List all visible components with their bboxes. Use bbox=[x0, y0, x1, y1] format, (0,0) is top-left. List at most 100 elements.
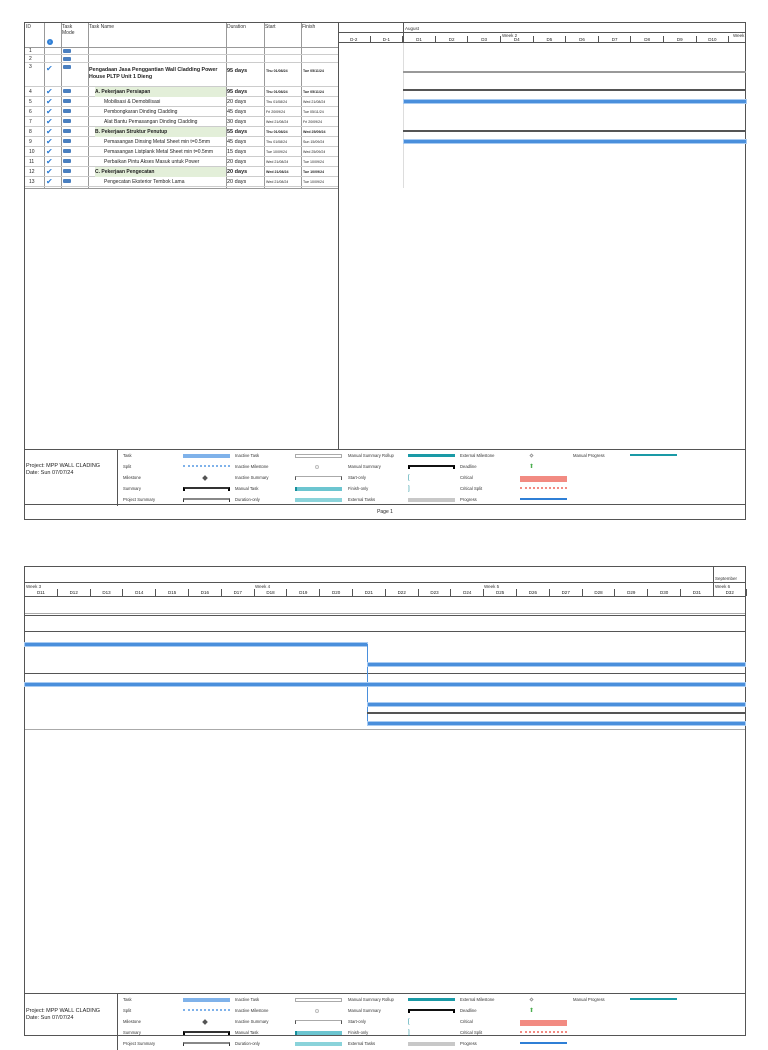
legend-label: Manual Progress bbox=[573, 997, 605, 1002]
task-name[interactable]: Pengadaan Jasa Penggantian Wall Cladding… bbox=[89, 63, 226, 81]
task-start[interactable]: Thu 01/08/24 bbox=[266, 137, 287, 147]
task-row[interactable]: 6 ✔ Pembongkaran Dinding Cladding 45 days Fr… bbox=[25, 107, 338, 117]
legend-inactive-milestone-icon bbox=[315, 465, 319, 469]
task-row[interactable]: 9 ✔ Pemasangan Dinsing Metal Sheet min t=0… bbox=[25, 137, 338, 147]
task-start[interactable]: Thu 01/08/24 bbox=[266, 67, 288, 75]
d1-marker bbox=[403, 43, 404, 188]
month-label: September bbox=[715, 576, 738, 581]
task-row[interactable]: 13 ✔ Pengecatan Eksterior Tembok Lama 20 da… bbox=[25, 177, 338, 187]
day-label: D19 bbox=[287, 589, 321, 596]
legend-label: Manual Summary Rollup bbox=[348, 453, 394, 458]
task-finish[interactable]: Tue 05/11/24 bbox=[303, 67, 324, 75]
task-finish[interactable]: Tue 05/11/24 bbox=[303, 87, 324, 97]
task-row[interactable]: 11 ✔ Perbaikan Pintu Akses Masuk untuk Pow… bbox=[25, 157, 338, 167]
task-duration[interactable]: 45 days bbox=[227, 107, 246, 117]
task-bar-11 bbox=[368, 703, 745, 706]
day-label: D2 bbox=[436, 36, 469, 43]
auto-schedule-icon bbox=[63, 169, 71, 173]
timeline-header-2: September Week 3 Week 4 Week 5 Week 6 D1… bbox=[25, 567, 747, 597]
task-name[interactable]: C. Pekerjaan Pengecatan bbox=[95, 167, 226, 177]
auto-schedule-icon bbox=[63, 109, 71, 113]
day-label: D1 bbox=[403, 36, 436, 43]
task-duration[interactable]: 20 days bbox=[227, 177, 246, 187]
task-start[interactable]: Thu 01/08/24 bbox=[266, 87, 288, 97]
task-finish[interactable]: Tue 05/11/24 bbox=[303, 107, 324, 117]
legend-task-icon bbox=[183, 998, 230, 1002]
task-row[interactable]: 8 ✔ B. Pekerjaan Struktur Penutup 55 days Th… bbox=[25, 127, 338, 137]
timeline-header: August Week 2 Week D-2 D-1 D1 D2 D3 D4 D5 D6 D7 D… bbox=[338, 23, 746, 43]
legend-label: Task bbox=[123, 453, 132, 458]
auto-schedule-icon bbox=[63, 99, 71, 103]
task-name[interactable]: Alat Bantu Pemasangan Dinding Cladding bbox=[104, 117, 226, 127]
task-name[interactable]: Mobilisasi & Demobilisasi bbox=[104, 97, 226, 107]
day-label: D3 bbox=[468, 36, 501, 43]
task-duration[interactable]: 20 days bbox=[227, 157, 246, 167]
task-bar-9 bbox=[404, 140, 746, 143]
task-finish[interactable]: Sun 15/09/24 bbox=[303, 137, 324, 147]
legend-label: Inactive Task bbox=[235, 453, 260, 458]
task-start[interactable]: Thu 01/08/24 bbox=[266, 97, 287, 107]
complete-check-icon: ✔ bbox=[46, 98, 53, 106]
task-duration[interactable]: 45 days bbox=[227, 137, 246, 147]
column-header-task-name: Task Name bbox=[89, 24, 115, 30]
auto-schedule-icon bbox=[63, 65, 71, 69]
task-start[interactable]: Wed 21/08/24 bbox=[266, 167, 289, 177]
task-finish[interactable]: Tue 10/09/24 bbox=[303, 157, 324, 167]
task-finish[interactable]: Fri 20/09/24 bbox=[303, 117, 322, 127]
task-finish[interactable]: Wed 21/08/24 bbox=[303, 97, 325, 107]
task-row[interactable]: 3 ✔ Pengadaan Jasa Penggantian Wall Claddi… bbox=[25, 63, 338, 87]
complete-check-icon: ✔ bbox=[46, 168, 53, 176]
task-duration[interactable]: 20 days bbox=[227, 97, 246, 107]
task-id: 5 bbox=[29, 99, 32, 105]
task-name[interactable]: Pemasangan Dinsing Metal Sheet min t=0.5… bbox=[104, 137, 226, 147]
task-start[interactable]: Tue 10/09/24 bbox=[266, 147, 287, 157]
task-finish[interactable]: Wed 25/09/24 bbox=[303, 127, 326, 137]
task-row[interactable]: 4 ✔ A. Pekerjaan Persiapan 95 days Thu 01/08… bbox=[25, 87, 338, 97]
gantt-page-2: September Week 3 Week 4 Week 5 Week 6 D1… bbox=[24, 566, 747, 1050]
task-row[interactable]: 5 ✔ Mobilisasi & Demobilisasi 20 days Thu 01… bbox=[25, 97, 338, 107]
summary-bar-task-4 bbox=[403, 89, 746, 91]
legend-deadline-icon: ⬆ bbox=[529, 1008, 535, 1014]
auto-schedule-icon bbox=[63, 57, 71, 61]
task-name[interactable]: A. Pekerjaan Persiapan bbox=[95, 87, 226, 97]
task-duration[interactable]: 30 days bbox=[227, 117, 246, 127]
task-id: 6 bbox=[29, 109, 32, 115]
task-start[interactable]: Fri 20/09/24 bbox=[266, 107, 285, 117]
task-finish[interactable]: Wed 25/09/24 bbox=[303, 147, 325, 157]
task-name[interactable]: Pengecatan Eksterior Tembok Lama bbox=[104, 177, 226, 187]
task-duration[interactable]: 15 days bbox=[227, 147, 246, 157]
task-duration[interactable]: 95 days bbox=[227, 87, 247, 97]
task-row[interactable]: 12 ✔ C. Pekerjaan Pengecatan 20 days Wed 21/… bbox=[25, 167, 338, 177]
task-duration[interactable]: 20 days bbox=[227, 167, 247, 177]
task-row[interactable]: 1 bbox=[25, 47, 338, 55]
day-label: D23 bbox=[419, 589, 452, 596]
task-finish[interactable]: Tue 10/09/24 bbox=[303, 167, 324, 177]
day-label: D30 bbox=[648, 589, 681, 596]
legend-manual-progress-icon bbox=[630, 998, 677, 1000]
legend-label: Inactive Summary bbox=[235, 475, 269, 480]
task-start[interactable]: Wed 21/08/24 bbox=[266, 117, 288, 127]
task-start[interactable]: Wed 21/08/24 bbox=[266, 157, 288, 167]
legend-inactive-task-icon bbox=[295, 454, 342, 458]
legend-project-summary-icon bbox=[183, 1042, 230, 1046]
task-name[interactable]: Perbaikan Pintu Akses Masuk untuk Power bbox=[104, 157, 226, 167]
legend-manual-progress-icon bbox=[630, 454, 677, 456]
legend-label: Project Summary bbox=[123, 497, 156, 502]
task-start[interactable]: Thu 01/08/24 bbox=[266, 127, 288, 137]
task-duration[interactable]: 55 days bbox=[227, 127, 247, 137]
task-row[interactable]: 10 ✔ Pemasangan Listplank Metal Sheet min … bbox=[25, 147, 338, 157]
task-name[interactable]: Pemasangan Listplank Metal Sheet min t=0… bbox=[104, 147, 226, 157]
task-finish[interactable]: Tue 10/09/24 bbox=[303, 177, 324, 187]
legend-label: Critical Split bbox=[460, 1030, 483, 1035]
legend-label: Critical Split bbox=[460, 486, 483, 491]
complete-check-icon: ✔ bbox=[46, 108, 53, 116]
task-duration[interactable]: 95 days bbox=[227, 67, 247, 75]
task-name[interactable]: Pembongkaran Dinding Cladding bbox=[104, 107, 226, 117]
task-row[interactable]: 2 bbox=[25, 55, 338, 63]
task-start[interactable]: Wed 21/08/24 bbox=[266, 177, 288, 187]
auto-schedule-icon bbox=[63, 119, 71, 123]
day-label: D29 bbox=[615, 589, 649, 596]
task-row[interactable]: 7 ✔ Alat Bantu Pemasangan Dinding Cladding… bbox=[25, 117, 338, 127]
task-name[interactable]: B. Pekerjaan Struktur Penutup bbox=[95, 127, 226, 137]
day-label: D31 bbox=[681, 589, 714, 596]
